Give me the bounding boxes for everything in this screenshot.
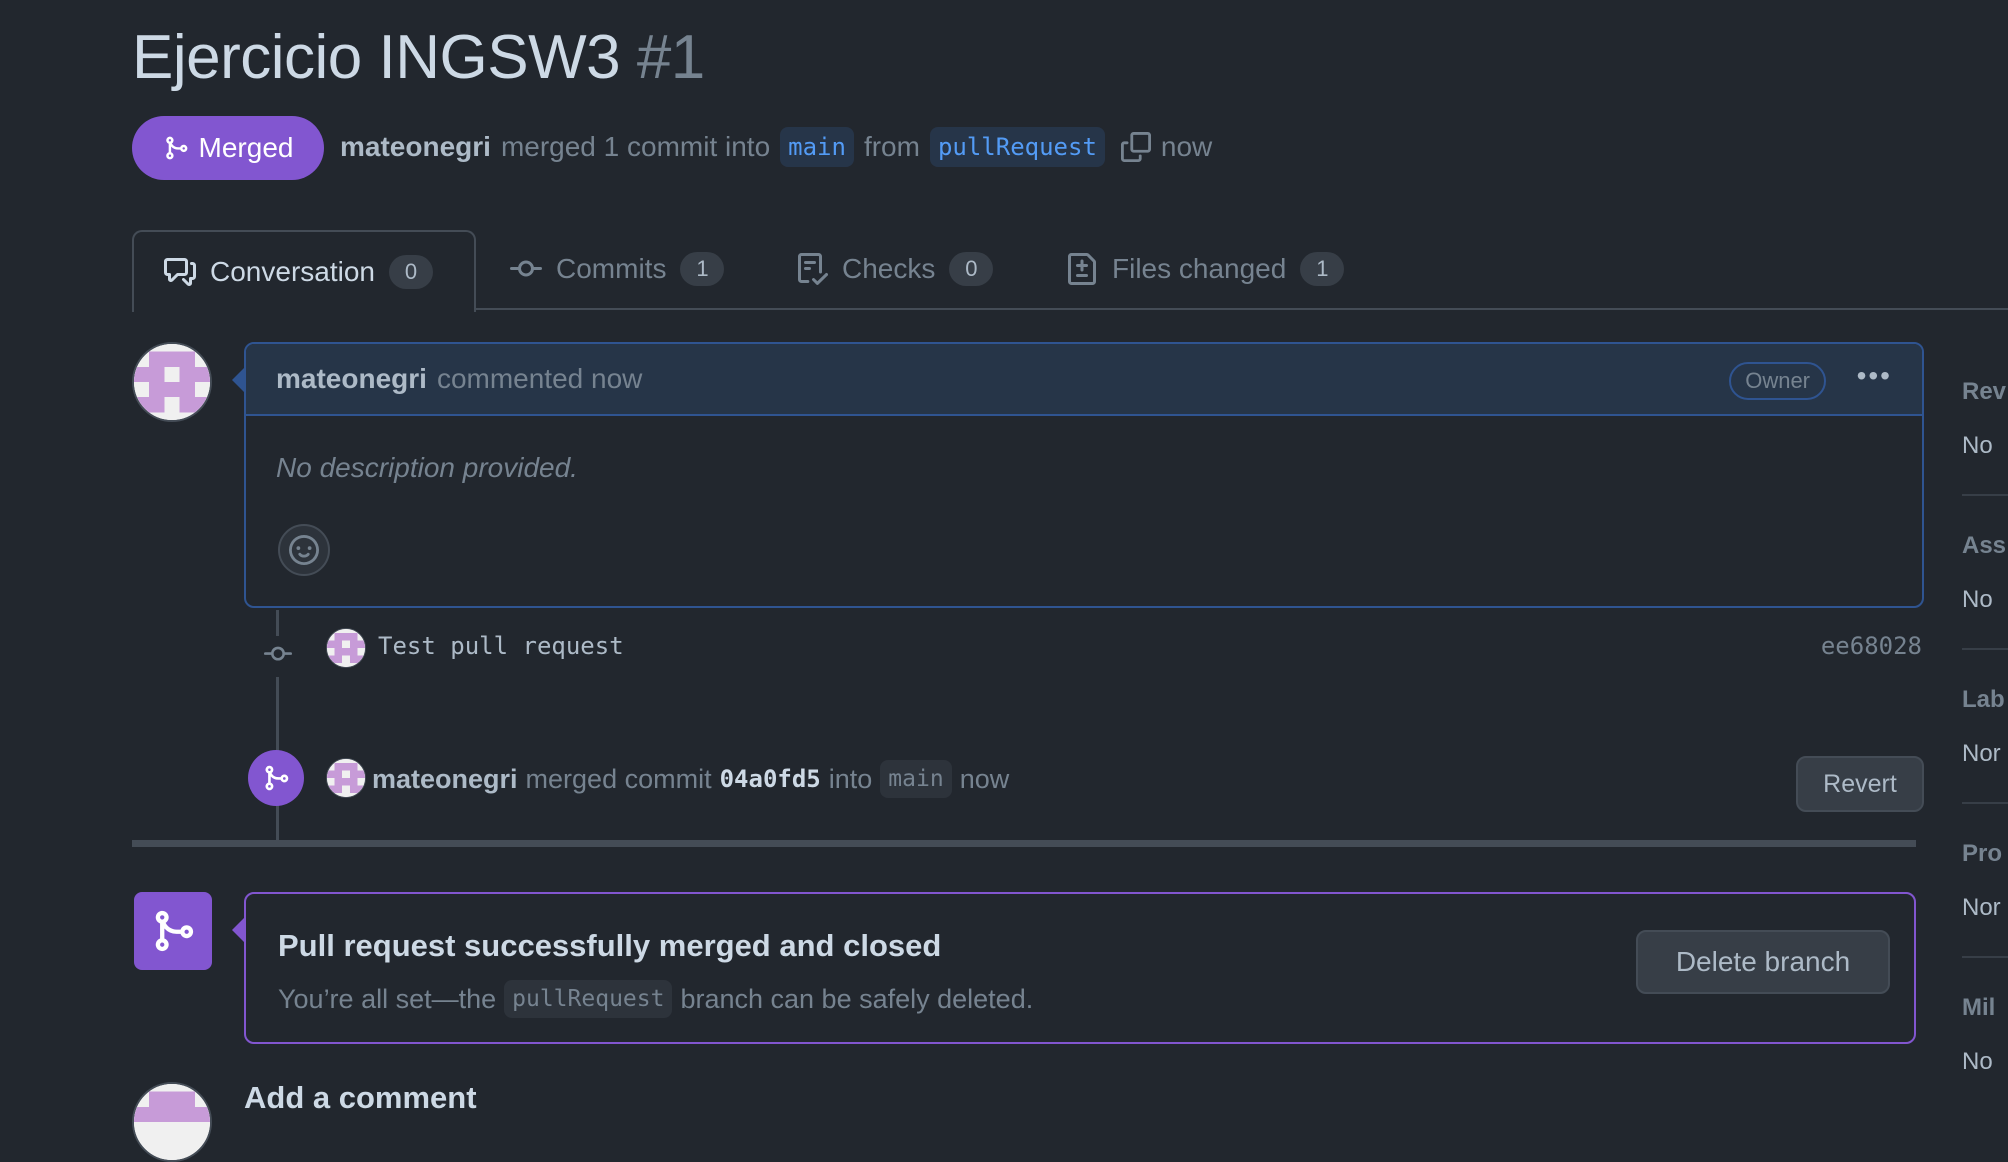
merge-status-icon-box [134,892,212,970]
comment-avatar[interactable] [132,342,212,422]
sidebar-labels-heading[interactable]: Lab [1962,686,2005,714]
sidebar-milestone-heading[interactable]: Mil [1962,994,1995,1022]
kebab-horizontal-icon[interactable]: ••• [1857,360,1892,392]
head-branch-link[interactable]: pullRequest [929,127,1105,167]
tab-checks[interactable]: Checks 0 [796,230,994,308]
merge-sub-before: You’re all set—the [278,983,497,1014]
from-text: from [863,131,920,162]
git-merge-icon [165,136,187,160]
copy-icon[interactable] [1120,132,1151,162]
sidebar-labels-value: Nor [1962,740,2001,767]
tab-files-changed[interactable]: Files changed 1 [1066,230,1345,308]
add-comment-heading: Add a comment [244,1080,477,1115]
tab-checks-label: Checks [842,253,936,284]
merge-commit-sha-link[interactable]: 04a0fd5 [720,765,821,793]
conversation-icon [164,258,196,286]
commit-sha-link[interactable]: ee68028 [1821,632,1922,660]
comment-author-link[interactable]: mateonegri [276,363,427,395]
state-label: Merged [198,132,294,163]
owner-badge: Owner [1729,362,1826,400]
sidebar-assignees-heading[interactable]: Ass [1962,532,2006,560]
revert-button[interactable]: Revert [1796,756,1924,812]
sidebar-separator [1962,494,2008,496]
git-commit-icon [510,260,542,277]
sidebar-projects-heading[interactable]: Pro [1962,840,2002,868]
commit-avatar[interactable] [326,628,366,668]
sidebar-separator [1962,802,2008,804]
merge-event-avatar[interactable] [326,758,366,798]
merge-event: mateonegri merged commit 04a0fd5 into ma… [372,754,1009,804]
tab-files-changed-label: Files changed [1112,253,1287,284]
pr-author-link[interactable]: mateonegri [340,131,491,163]
merge-event-into: into [828,763,873,794]
comment-header: mateonegri commented now Owner ••• [246,344,1922,416]
sidebar-projects-value: Nor [1962,894,2001,921]
merge-event-branch[interactable]: main [880,760,952,798]
git-merge-icon [265,765,289,791]
tab-conversation[interactable]: Conversation 0 [132,230,476,312]
tab-checks-count: 0 [949,252,994,286]
pr-title-text: Ejercicio INGSW3 [132,23,621,92]
comment-box: mateonegri commented now Owner ••• No de… [244,342,1924,608]
file-diff-icon [1068,253,1096,285]
merge-box-pointer [232,918,244,942]
pr-number: #1 [636,23,705,92]
git-merge-icon [155,910,194,952]
sidebar-reviewers-value: No [1962,432,1993,459]
smiley-icon [289,535,319,565]
comment-body: No description provided. [276,452,578,483]
base-branch-link[interactable]: main [780,127,854,167]
checklist-icon [798,253,828,285]
merge-sub-branch: pullRequest [504,980,673,1018]
merge-text: merged 1 commit into [500,131,771,162]
tab-commits[interactable]: Commits 1 [510,230,725,308]
comment-action: commented now [436,363,643,394]
tab-conversation-label: Conversation [210,256,375,287]
merge-event-time: now [959,763,1010,794]
merge-status-subtitle: You’re all set—the pullRequest branch ca… [278,976,1033,1022]
sidebar-reviewers-heading[interactable]: Rev [1962,378,2006,406]
commit-message-link[interactable]: Test pull request [378,632,624,660]
merge-status-title: Pull request successfully merged and clo… [278,928,942,963]
tab-commits-count: 1 [680,252,725,286]
merge-event-author-link[interactable]: mateonegri [372,764,518,795]
pr-time: now [1160,131,1213,162]
tab-files-changed-count: 1 [1300,252,1345,286]
tab-conversation-count: 0 [388,255,433,289]
pr-meta: mateonegri merged 1 commit into main fro… [340,122,1212,172]
add-comment-avatar [132,1082,212,1162]
sidebar-separator [1962,956,2008,958]
sidebar-milestone-value: No [1962,1048,1993,1075]
add-reaction-button[interactable] [278,524,330,576]
merged-state-badge: Merged [132,116,324,180]
git-commit-icon [262,636,294,677]
sidebar-separator [1962,648,2008,650]
tab-commits-label: Commits [556,253,667,284]
merge-event-text: merged commit [525,763,712,794]
merge-sub-after: branch can be safely deleted. [680,983,1034,1014]
delete-branch-button[interactable]: Delete branch [1636,930,1890,994]
pr-title: Ejercicio INGSW3 #1 [132,22,705,93]
timeline-end-divider [132,840,1916,847]
comment-pointer [232,368,244,392]
sidebar-assignees-value: No [1962,586,1993,613]
merge-event-badge [248,750,304,806]
